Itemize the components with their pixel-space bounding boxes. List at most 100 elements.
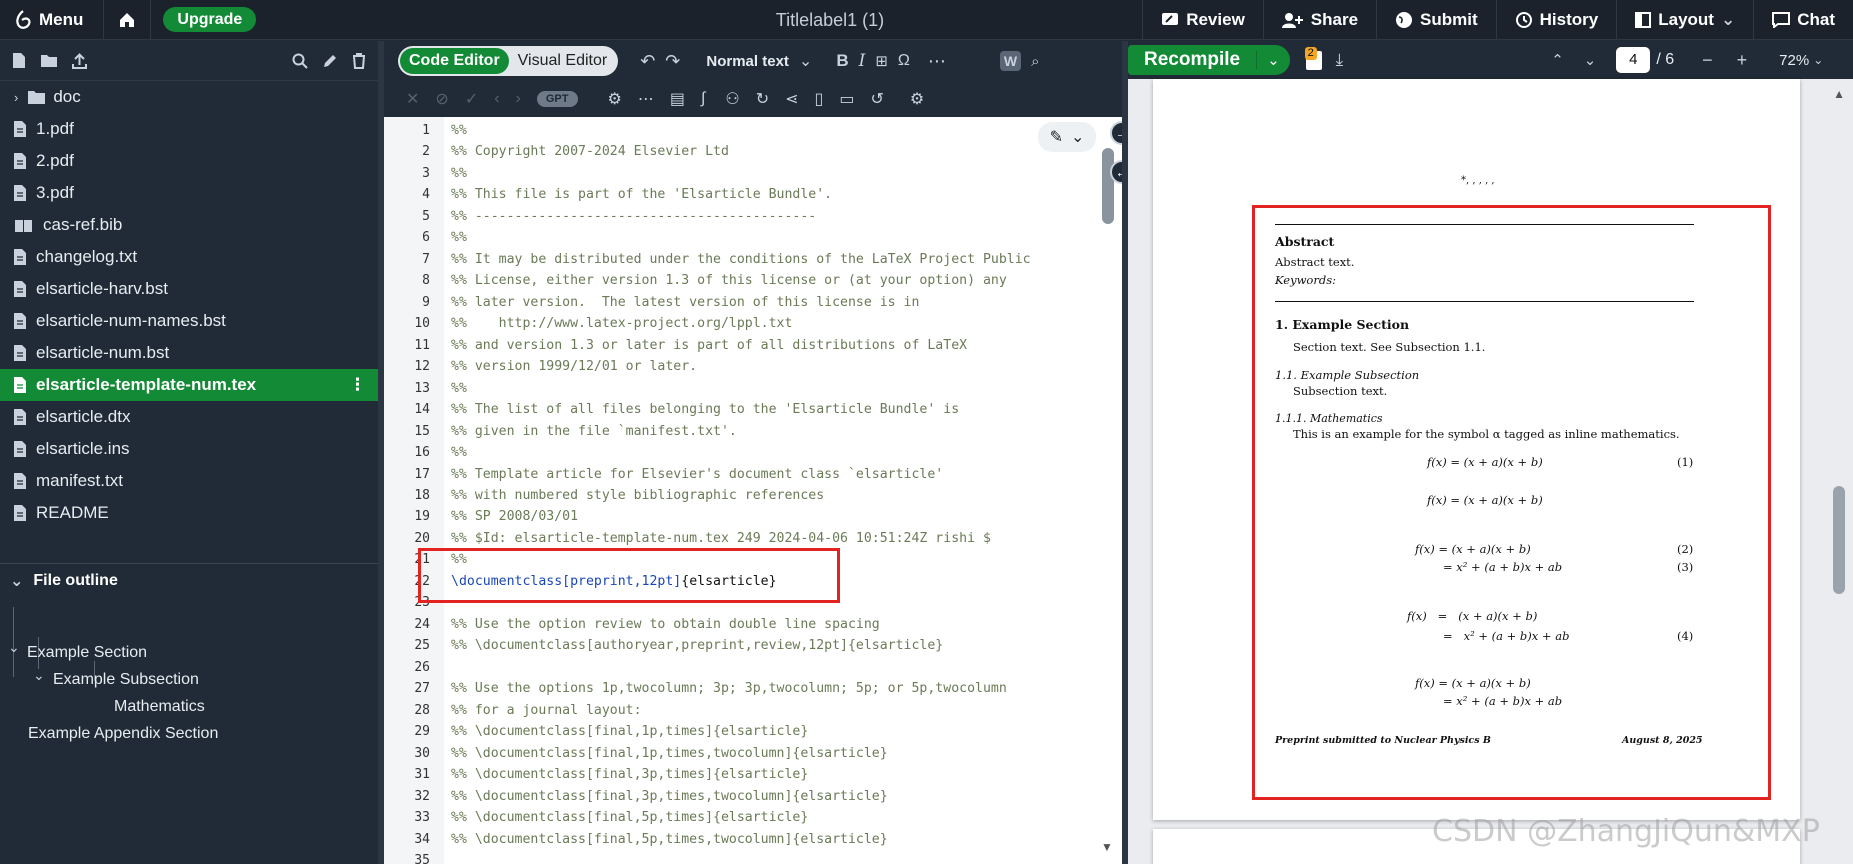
history-button[interactable]: History <box>1495 0 1617 40</box>
layout-button[interactable]: Layout ⌄ <box>1616 0 1753 40</box>
share-nodes-icon[interactable]: ⋖ <box>785 89 798 109</box>
download-icon[interactable]: ⤓ <box>1336 50 1344 70</box>
new-folder-icon[interactable] <box>40 53 58 68</box>
code-line: %% It may be distributed under the condi… <box>451 251 1031 267</box>
zoom-level-dropdown[interactable]: 72% <box>1779 52 1809 69</box>
integral-icon[interactable]: ∫ <box>701 90 705 108</box>
rename-pencil-icon[interactable] <box>322 53 338 69</box>
notes-icon[interactable]: ▤ <box>670 89 685 109</box>
outline-item-mathematics[interactable]: Mathematics <box>114 698 205 716</box>
file-item[interactable]: manifest.txt <box>0 465 378 497</box>
redo-icon[interactable]: ↷ <box>665 51 680 72</box>
search-icon[interactable]: ⌕ <box>1031 53 1039 70</box>
document-icon[interactable]: ▭ <box>839 89 854 109</box>
pdf-scrollbar-thumb[interactable] <box>1833 486 1845 594</box>
file-name: 2.pdf <box>36 151 74 170</box>
page-down-icon[interactable]: ⌄ <box>1584 51 1597 69</box>
undo-icon[interactable]: ↶ <box>640 51 655 72</box>
recompile-button[interactable]: Recompile ⌄ <box>1128 45 1290 75</box>
review-button[interactable]: Review <box>1142 0 1263 40</box>
file-name: elsarticle.ins <box>36 439 130 458</box>
file-item[interactable]: elsarticle.ins <box>0 433 378 465</box>
math-icon[interactable]: ⊞ <box>875 52 888 70</box>
new-file-icon[interactable] <box>12 52 26 69</box>
equation: f(x) = (x + a)(x + b) <box>1427 493 1543 507</box>
code-area[interactable]: 1 2 3 4 5 6 7 8 9 10 11 12 13 14 15 16 17 18 19 20 21 22 23 24 2… <box>384 117 1122 864</box>
sync-search-icon[interactable]: ↺ <box>870 89 883 109</box>
bold-icon[interactable]: B <box>836 51 848 71</box>
chat-button[interactable]: Chat <box>1753 0 1853 40</box>
file-item[interactable]: 3.pdf <box>0 177 378 209</box>
file-item[interactable]: changelog.txt <box>0 241 378 273</box>
share-button[interactable]: Share <box>1262 0 1376 40</box>
logs-icon[interactable]: 2 <box>1304 46 1322 70</box>
file-item[interactable]: elsarticle-num-names.bst <box>0 305 378 337</box>
code-line: %% <box>451 165 467 181</box>
file-item[interactable]: › doc <box>0 81 378 113</box>
omega-symbol-icon[interactable]: Ω <box>898 52 910 70</box>
clipboard-icon[interactable]: ▯ <box>815 89 824 109</box>
refresh-icon[interactable]: ↻ <box>756 89 769 109</box>
people-icon[interactable]: ⚇ <box>725 89 739 109</box>
code-line: %% Template article for Elsevier's docum… <box>451 466 944 482</box>
upload-icon[interactable] <box>72 52 87 69</box>
chevron-left-icon[interactable]: ‹ <box>494 90 499 108</box>
line-number: 32 <box>414 788 430 804</box>
file-item[interactable]: README <box>0 497 378 529</box>
menu-button[interactable]: Menu <box>0 0 97 40</box>
chevron-right-icon[interactable]: › <box>516 90 521 108</box>
edit-mode-button[interactable]: ✎ ⌄ <box>1038 122 1096 152</box>
visual-editor-tab[interactable]: Visual Editor <box>509 48 617 74</box>
submit-label: Submit <box>1420 10 1478 29</box>
scroll-down-arrow-icon[interactable]: ▼ <box>1101 840 1113 854</box>
gpt-button[interactable]: GPT <box>536 91 578 107</box>
file-item[interactable]: elsarticle-harv.bst <box>0 273 378 305</box>
page-up-icon[interactable]: ⌃ <box>1551 51 1564 69</box>
outline-toggle-icon[interactable]: ⌄ <box>8 639 20 656</box>
file-menu-icon[interactable]: ⋮ <box>349 375 366 395</box>
code-line: %% version 1999/12/01 or later. <box>451 359 698 375</box>
zoom-in-icon[interactable]: + <box>1737 50 1748 71</box>
file-item[interactable]: cas-ref.bib <box>0 209 378 241</box>
page-number-input[interactable]: 4 <box>1616 47 1651 73</box>
line-number: 19 <box>414 509 430 525</box>
ai-toolbar: ✕ ⊘ ✓ ‹ › GPT ⚙ ⋯ ▤ ∫ ⚇ ↻ ⋖ ▯ ▭ ↺ ⚙ <box>384 81 1122 117</box>
delete-icon[interactable] <box>352 52 366 69</box>
file-item[interactable]: elsarticle-template-num.tex ⋮ <box>0 369 378 401</box>
robot-icon[interactable]: ⚙ <box>608 89 622 109</box>
file-item[interactable]: 2.pdf <box>0 145 378 177</box>
editor-scrollbar-thumb[interactable] <box>1102 148 1114 224</box>
scroll-up-arrow-icon[interactable]: ▲ <box>1833 87 1845 101</box>
italic-icon[interactable]: I <box>859 51 866 71</box>
zoom-out-icon[interactable]: − <box>1702 50 1713 71</box>
line-number: 10 <box>414 316 430 332</box>
chevron-down-icon[interactable]: ⌄ <box>1256 51 1290 69</box>
close-icon[interactable]: ✕ <box>406 89 419 109</box>
disable-icon[interactable]: ⊘ <box>435 89 448 109</box>
submit-button[interactable]: Submit <box>1376 0 1496 40</box>
editor-mode-switch: Code Editor Visual Editor <box>398 46 619 76</box>
file-item[interactable]: elsarticle-num.bst <box>0 337 378 369</box>
outline-item-example-subsection[interactable]: Example Subsection <box>53 671 199 689</box>
code-editor-tab[interactable]: Code Editor <box>400 48 509 74</box>
outline-item-example-section[interactable]: Example Section <box>27 644 147 662</box>
home-button[interactable] <box>104 0 150 40</box>
writefull-icon[interactable]: W <box>999 51 1022 71</box>
dots-line-icon[interactable]: ⋯ <box>638 89 654 109</box>
text-style-dropdown[interactable]: Normal text <box>706 53 789 70</box>
outline-item-example-appendix-section[interactable]: Example Appendix Section <box>28 725 218 743</box>
settings-icon[interactable]: ⚙ <box>910 89 924 109</box>
line-number: 27 <box>414 681 430 697</box>
code-line: %% $Id: elsarticle-template-num.tex 249 … <box>451 530 991 546</box>
search-icon[interactable] <box>292 53 308 69</box>
file-item[interactable]: elsarticle.dtx <box>0 401 378 433</box>
check-icon[interactable]: ✓ <box>465 89 478 109</box>
code-line: %% later version. The latest version of … <box>451 294 920 310</box>
code-line: %% <box>451 380 467 396</box>
upgrade-button[interactable]: Upgrade <box>163 6 257 32</box>
outline-toggle-icon[interactable]: ⌄ <box>33 667 45 684</box>
file-item[interactable]: 1.pdf <box>0 113 378 145</box>
more-options-icon[interactable]: ⋯ <box>928 51 946 72</box>
file-outline-header[interactable]: ⌄ File outline <box>0 563 378 597</box>
keywords: Keywords: <box>1275 273 1336 287</box>
